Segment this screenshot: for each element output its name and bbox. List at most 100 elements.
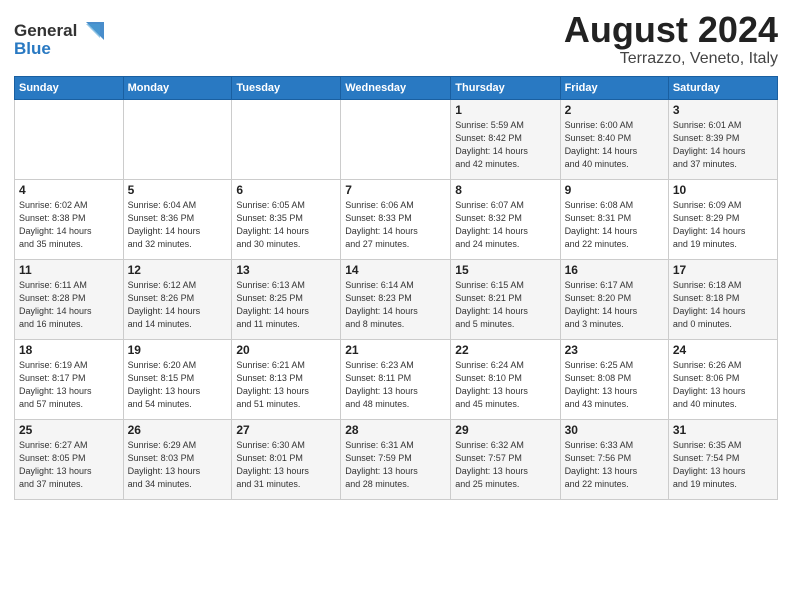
day-cell <box>341 99 451 179</box>
day-cell: 2 Sunrise: 6:00 AM Sunset: 8:40 PM Daylig… <box>560 99 668 179</box>
day-cell <box>123 99 232 179</box>
day-info: Sunrise: 6:27 AM Sunset: 8:05 PM Dayligh… <box>19 439 119 491</box>
day-info: Sunrise: 6:07 AM Sunset: 8:32 PM Dayligh… <box>455 199 555 251</box>
day-cell: 21Sunrise: 6:23 AM Sunset: 8:11 PM Dayli… <box>341 339 451 419</box>
calendar-subtitle: Terrazzo, Veneto, Italy <box>564 50 778 68</box>
day-number: 18 <box>19 343 119 357</box>
day-info: Sunrise: 6:26 AM Sunset: 8:06 PM Dayligh… <box>673 359 773 411</box>
day-number: 2 <box>565 103 664 117</box>
day-number: 25 <box>19 423 119 437</box>
calendar-header: Sunday Monday Tuesday Wednesday Thursday… <box>15 76 778 99</box>
day-info: Sunrise: 6:13 AM Sunset: 8:25 PM Dayligh… <box>236 279 336 331</box>
day-cell: 20Sunrise: 6:21 AM Sunset: 8:13 PM Dayli… <box>232 339 341 419</box>
day-info: Sunrise: 6:20 AM Sunset: 8:15 PM Dayligh… <box>128 359 228 411</box>
day-info: Sunrise: 6:15 AM Sunset: 8:21 PM Dayligh… <box>455 279 555 331</box>
day-number: 6 <box>236 183 336 197</box>
day-number: 4 <box>19 183 119 197</box>
day-number: 5 <box>128 183 228 197</box>
col-thursday: Thursday <box>451 76 560 99</box>
day-info: Sunrise: 6:30 AM Sunset: 8:01 PM Dayligh… <box>236 439 336 491</box>
day-number: 30 <box>565 423 664 437</box>
day-info: Sunrise: 6:17 AM Sunset: 8:20 PM Dayligh… <box>565 279 664 331</box>
day-info: Sunrise: 6:19 AM Sunset: 8:17 PM Dayligh… <box>19 359 119 411</box>
day-number: 12 <box>128 263 228 277</box>
calendar-title: August 2024 <box>564 10 778 50</box>
week-row-2: 4 Sunrise: 6:02 AM Sunset: 8:38 PM Daylig… <box>15 179 778 259</box>
day-cell <box>232 99 341 179</box>
day-info: Sunrise: 6:14 AM Sunset: 8:23 PM Dayligh… <box>345 279 446 331</box>
day-number: 14 <box>345 263 446 277</box>
day-number: 22 <box>455 343 555 357</box>
col-wednesday: Wednesday <box>341 76 451 99</box>
day-cell: 27 Sunrise: 6:30 AM Sunset: 8:01 PM Dayli… <box>232 419 341 499</box>
day-number: 31 <box>673 423 773 437</box>
day-cell: 18 Sunrise: 6:19 AM Sunset: 8:17 PM Dayli… <box>15 339 124 419</box>
day-info: Sunrise: 6:02 AM Sunset: 8:38 PM Dayligh… <box>19 199 119 251</box>
day-info: Sunrise: 6:04 AM Sunset: 8:36 PM Dayligh… <box>128 199 228 251</box>
day-number: 11 <box>19 263 119 277</box>
day-cell: 3Sunrise: 6:01 AM Sunset: 8:39 PM Daylig… <box>668 99 777 179</box>
day-number: 9 <box>565 183 664 197</box>
weekday-row: Sunday Monday Tuesday Wednesday Thursday… <box>15 76 778 99</box>
day-cell: 29 Sunrise: 6:32 AM Sunset: 7:57 PM Dayli… <box>451 419 560 499</box>
page-container: General Blue August 2024 Terrazzo, Venet… <box>0 0 792 612</box>
day-cell: 15 Sunrise: 6:15 AM Sunset: 8:21 PM Dayli… <box>451 259 560 339</box>
day-cell: 7 Sunrise: 6:06 AM Sunset: 8:33 PM Daylig… <box>341 179 451 259</box>
day-cell: 24 Sunrise: 6:26 AM Sunset: 8:06 PM Dayli… <box>668 339 777 419</box>
day-cell: 30 Sunrise: 6:33 AM Sunset: 7:56 PM Dayli… <box>560 419 668 499</box>
day-number: 24 <box>673 343 773 357</box>
day-number: 28 <box>345 423 446 437</box>
day-cell: 16Sunrise: 6:17 AM Sunset: 8:20 PM Dayli… <box>560 259 668 339</box>
week-row-5: 25 Sunrise: 6:27 AM Sunset: 8:05 PM Dayli… <box>15 419 778 499</box>
day-cell: 9 Sunrise: 6:08 AM Sunset: 8:31 PM Daylig… <box>560 179 668 259</box>
logo: General Blue <box>14 14 119 67</box>
day-number: 27 <box>236 423 336 437</box>
week-row-3: 11Sunrise: 6:11 AM Sunset: 8:28 PM Dayli… <box>15 259 778 339</box>
day-cell: 6Sunrise: 6:05 AM Sunset: 8:35 PM Daylig… <box>232 179 341 259</box>
day-cell: 13 Sunrise: 6:13 AM Sunset: 8:25 PM Dayli… <box>232 259 341 339</box>
day-cell: 1 Sunrise: 5:59 AM Sunset: 8:42 PM Daylig… <box>451 99 560 179</box>
day-number: 15 <box>455 263 555 277</box>
day-number: 10 <box>673 183 773 197</box>
day-number: 17 <box>673 263 773 277</box>
day-info: Sunrise: 6:33 AM Sunset: 7:56 PM Dayligh… <box>565 439 664 491</box>
day-number: 7 <box>345 183 446 197</box>
logo-text: General Blue <box>14 14 119 67</box>
day-cell: 12 Sunrise: 6:12 AM Sunset: 8:26 PM Dayli… <box>123 259 232 339</box>
day-number: 29 <box>455 423 555 437</box>
col-saturday: Saturday <box>668 76 777 99</box>
col-tuesday: Tuesday <box>232 76 341 99</box>
day-info: Sunrise: 6:32 AM Sunset: 7:57 PM Dayligh… <box>455 439 555 491</box>
day-info: Sunrise: 6:08 AM Sunset: 8:31 PM Dayligh… <box>565 199 664 251</box>
day-info: Sunrise: 6:24 AM Sunset: 8:10 PM Dayligh… <box>455 359 555 411</box>
day-cell: 11Sunrise: 6:11 AM Sunset: 8:28 PM Dayli… <box>15 259 124 339</box>
day-cell: 26 Sunrise: 6:29 AM Sunset: 8:03 PM Dayli… <box>123 419 232 499</box>
title-block: August 2024 Terrazzo, Veneto, Italy <box>564 10 778 68</box>
col-monday: Monday <box>123 76 232 99</box>
day-number: 13 <box>236 263 336 277</box>
day-info: Sunrise: 6:12 AM Sunset: 8:26 PM Dayligh… <box>128 279 228 331</box>
day-info: Sunrise: 6:18 AM Sunset: 8:18 PM Dayligh… <box>673 279 773 331</box>
day-cell: 28 Sunrise: 6:31 AM Sunset: 7:59 PM Dayli… <box>341 419 451 499</box>
day-info: Sunrise: 6:31 AM Sunset: 7:59 PM Dayligh… <box>345 439 446 491</box>
day-info: Sunrise: 6:25 AM Sunset: 8:08 PM Dayligh… <box>565 359 664 411</box>
week-row-1: 1 Sunrise: 5:59 AM Sunset: 8:42 PM Daylig… <box>15 99 778 179</box>
day-info: Sunrise: 6:23 AM Sunset: 8:11 PM Dayligh… <box>345 359 446 411</box>
calendar-body: 1 Sunrise: 5:59 AM Sunset: 8:42 PM Daylig… <box>15 99 778 499</box>
day-number: 1 <box>455 103 555 117</box>
day-info: Sunrise: 6:01 AM Sunset: 8:39 PM Dayligh… <box>673 119 773 171</box>
day-cell: 31Sunrise: 6:35 AM Sunset: 7:54 PM Dayli… <box>668 419 777 499</box>
day-number: 23 <box>565 343 664 357</box>
day-info: Sunrise: 6:00 AM Sunset: 8:40 PM Dayligh… <box>565 119 664 171</box>
day-number: 8 <box>455 183 555 197</box>
day-cell: 23 Sunrise: 6:25 AM Sunset: 8:08 PM Dayli… <box>560 339 668 419</box>
col-friday: Friday <box>560 76 668 99</box>
day-info: Sunrise: 6:29 AM Sunset: 8:03 PM Dayligh… <box>128 439 228 491</box>
day-info: Sunrise: 5:59 AM Sunset: 8:42 PM Dayligh… <box>455 119 555 171</box>
day-cell: 14 Sunrise: 6:14 AM Sunset: 8:23 PM Dayli… <box>341 259 451 339</box>
svg-text:Blue: Blue <box>14 39 51 58</box>
day-number: 26 <box>128 423 228 437</box>
col-sunday: Sunday <box>15 76 124 99</box>
day-info: Sunrise: 6:06 AM Sunset: 8:33 PM Dayligh… <box>345 199 446 251</box>
day-info: Sunrise: 6:09 AM Sunset: 8:29 PM Dayligh… <box>673 199 773 251</box>
